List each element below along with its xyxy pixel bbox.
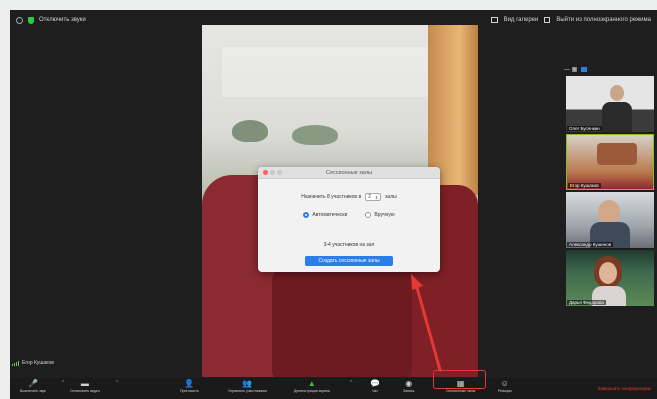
- video-camera-icon: ▬: [80, 379, 89, 388]
- exit-fullscreen-icon: [544, 17, 551, 23]
- meeting-topic: Отключить звуки: [39, 17, 86, 23]
- breakout-rooms-label: Сессионные залы: [446, 389, 476, 393]
- microphone-icon: 🎤: [27, 379, 38, 388]
- participant-name: Дарья Федорова: [567, 300, 606, 305]
- minimize-icon: [270, 170, 275, 175]
- stepper-arrows-icon[interactable]: ⇕: [375, 195, 378, 200]
- rooms-label: залы: [385, 194, 397, 200]
- room-count-value: 2: [368, 194, 371, 200]
- chat-icon: 💬: [370, 379, 380, 388]
- info-icon[interactable]: [16, 16, 23, 24]
- stop-video-label: Остановить видео: [70, 389, 100, 393]
- radio-automatic-label: Автоматически: [312, 212, 348, 218]
- radio-manual[interactable]: Вручную: [365, 212, 395, 218]
- dialog-titlebar: Сессионные залы: [258, 167, 440, 179]
- participant-name: Егор Кушаков: [568, 183, 601, 188]
- assign-row: Назначить 8 участников в 2 ⇕ залы: [258, 193, 440, 201]
- participants-icon: 👥: [242, 379, 253, 388]
- reactions-icon: ☺: [500, 379, 509, 388]
- chat-label: Чат: [372, 389, 378, 393]
- participant-name: Олег Бусянкин: [567, 126, 602, 131]
- chevron-up-icon[interactable]: ^: [62, 380, 64, 386]
- assign-mode-group: Автоматически Вручную: [258, 212, 440, 218]
- room-count-stepper[interactable]: 2 ⇕: [365, 193, 382, 201]
- mute-label: Выключить звук: [20, 389, 46, 393]
- dialog-title: Сессионные залы: [325, 169, 373, 176]
- record-icon: ◉: [405, 379, 413, 388]
- record-label: Запись: [403, 389, 415, 393]
- tree: [292, 125, 338, 145]
- record-button[interactable]: ◉ Запись: [403, 378, 414, 399]
- assign-label: Назначить 8 участников в: [301, 194, 362, 200]
- per-room-text: 3-4 участников на зал: [323, 242, 375, 248]
- suit: [602, 102, 632, 132]
- layout-toggle-icon[interactable]: [581, 66, 588, 72]
- invite-button[interactable]: 👤 Пригласить: [180, 378, 199, 399]
- create-rooms-button[interactable]: Создать сессионные залы: [305, 256, 393, 266]
- face: [598, 200, 620, 224]
- gallery-view-icon: [490, 17, 498, 23]
- self-name: Егор Кушаков: [22, 360, 54, 366]
- reactions-button[interactable]: ☺ Реакции: [498, 378, 512, 399]
- signal-icon: [12, 360, 19, 366]
- curtain: [597, 143, 637, 165]
- radio-selected-icon[interactable]: [303, 212, 310, 218]
- participant-name: Александр Кушинов: [567, 242, 614, 247]
- meeting-toolbar: 🎤 Выключить звук ^ ▬ Остановить видео ^ …: [10, 378, 657, 399]
- invite-icon: 👤: [184, 379, 195, 388]
- participant-tile[interactable]: Александр Кушинов: [566, 192, 654, 248]
- window-light: [222, 47, 432, 97]
- breakout-rooms-dialog: Сессионные залы Назначить 8 участников в…: [258, 167, 440, 272]
- exit-fullscreen-button[interactable]: Выйти из полноэкранного режима: [556, 17, 651, 23]
- annotation-arrow: [411, 274, 442, 372]
- zoom-window: Отключить звуки Вид галереи Выйти из пол…: [10, 10, 657, 399]
- radio-manual-label: Вручную: [374, 212, 395, 218]
- radio-unselected-icon[interactable]: [365, 212, 372, 218]
- participant-tile[interactable]: Олег Бусянкин: [566, 76, 654, 132]
- breakout-rooms-highlight: [433, 370, 486, 389]
- face: [610, 85, 624, 101]
- chair-seat: [272, 270, 412, 377]
- participant-tile-active[interactable]: Егор Кушаков: [566, 134, 654, 190]
- participant-tile[interactable]: Дарья Федорова: [566, 250, 654, 306]
- manage-participants-label: Управлять участниками: [228, 389, 267, 393]
- participants-panel: — ▦: [557, 62, 657, 76]
- manage-participants-button[interactable]: 👥 Управлять участниками: [228, 378, 267, 399]
- share-screen-button[interactable]: ▲ Демонстрация экрана: [294, 378, 330, 399]
- chevron-up-icon[interactable]: ^: [350, 380, 352, 386]
- chevron-up-icon[interactable]: ^: [116, 380, 118, 386]
- chat-button[interactable]: 💬 Чат: [370, 378, 380, 399]
- panel-controls: — ▦: [557, 62, 657, 76]
- mute-button[interactable]: 🎤 Выключить звук: [20, 378, 46, 399]
- reactions-label: Реакции: [498, 389, 512, 393]
- share-screen-icon: ▲: [307, 379, 316, 388]
- panel-badge[interactable]: — ▦: [564, 66, 577, 73]
- stop-video-button[interactable]: ▬ Остановить видео: [70, 378, 100, 399]
- radio-automatic[interactable]: Автоматически: [303, 212, 347, 218]
- shield-icon[interactable]: [28, 16, 34, 24]
- zoom-icon: [277, 170, 282, 175]
- close-icon[interactable]: [263, 170, 268, 175]
- end-meeting-button[interactable]: Завершить конференцию: [597, 386, 651, 391]
- invite-label: Пригласить: [180, 389, 199, 393]
- share-screen-label: Демонстрация экрана: [294, 389, 330, 393]
- self-name-label: Егор Кушаков: [10, 360, 54, 366]
- tree: [232, 120, 268, 142]
- face: [599, 262, 617, 284]
- gallery-view-button[interactable]: Вид галереи: [504, 17, 539, 23]
